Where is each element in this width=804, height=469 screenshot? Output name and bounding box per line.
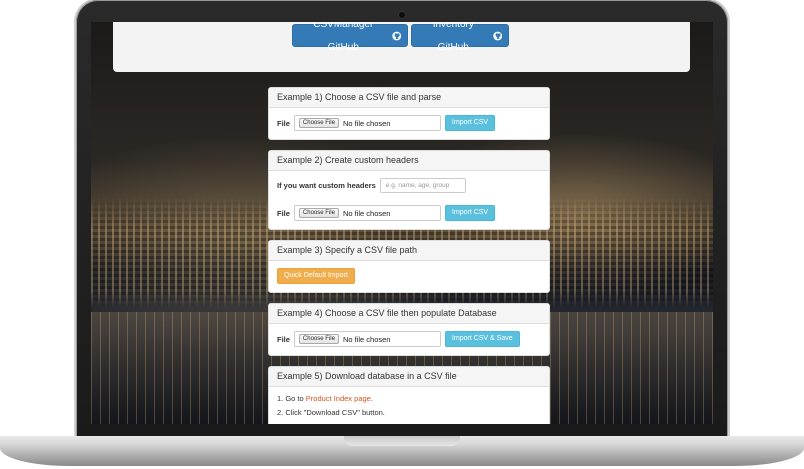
step-2: 2. Click "Download CSV" button. [277,408,385,417]
import-csv-and-save-button[interactable]: Import CSV & Save [444,331,520,347]
file-label: File [277,118,290,128]
example1-import-csv-button[interactable]: Import CSV [444,115,496,131]
step1-prefix: 1. Go to [277,394,306,403]
no-file-text: No file chosen [342,334,391,344]
inventory-github-label: Inventory GitHub [432,22,474,53]
file-label: File [277,208,290,218]
csvmanager-github-label: CSVManager GitHub [313,22,374,53]
quick-default-import-button[interactable]: Quick Default Import [277,268,355,284]
choose-file-button[interactable]: Choose File [298,208,339,218]
example4-title: Example 4) Choose a CSV file then popula… [269,304,549,324]
github-icon [492,31,502,40]
example4-file-row: File Choose File No file chosen Import C… [277,331,520,347]
example4-card: Example 4) Choose a CSV file then popula… [268,303,550,356]
step1-suffix: . [370,394,373,403]
no-file-text: No file chosen [342,118,391,128]
example2-file-input[interactable]: Choose File No file chosen [293,205,441,221]
browser-viewport: CSVManager GitHub Inventory GitHub Examp… [91,22,713,424]
laptop-notch [344,436,460,446]
example1-file-input[interactable]: Choose File No file chosen [293,115,441,131]
example4-file-input[interactable]: Choose File No file chosen [293,331,441,347]
csvmanager-github-button[interactable]: CSVManager GitHub [292,22,408,53]
example2-file-row: File Choose File No file chosen Import C… [277,205,496,221]
choose-file-button[interactable]: Choose File [298,118,339,128]
example3-row: Quick Default Import [277,268,355,284]
example3-title: Example 3) Specify a CSV file path [269,241,549,261]
example1-file-row: File Choose File No file chosen Import C… [277,115,496,131]
example5-title: Example 5) Download database in a CSV fi… [269,367,549,387]
custom-headers-input[interactable]: e.g. name, age, group [379,178,466,193]
no-file-text: No file chosen [342,208,391,218]
product-index-link[interactable]: Product Index page [306,394,371,403]
file-label: File [277,334,290,344]
camera-icon [399,12,405,18]
example3-card: Example 3) Specify a CSV file path Quick… [268,240,550,293]
example2-import-csv-button[interactable]: Import CSV [444,205,496,221]
custom-headers-label: If you want custom headers [277,181,376,190]
choose-file-button[interactable]: Choose File [298,334,339,344]
example2-card: Example 2) Create custom headers If you … [268,150,550,230]
example1-title: Example 1) Choose a CSV file and parse [269,88,549,108]
example2-title: Example 2) Create custom headers [269,151,549,171]
example5-card: Example 5) Download database in a CSV fi… [268,366,550,424]
example2-headers-row: If you want custom headers e.g. name, ag… [277,178,466,193]
step-1: 1. Go to Product Index page. [277,394,373,403]
inventory-github-button[interactable]: Inventory GitHub [411,22,509,53]
example1-card: Example 1) Choose a CSV file and parse F… [268,87,550,140]
github-icon [391,31,401,40]
header-panel: CSVManager GitHub Inventory GitHub [113,22,690,72]
